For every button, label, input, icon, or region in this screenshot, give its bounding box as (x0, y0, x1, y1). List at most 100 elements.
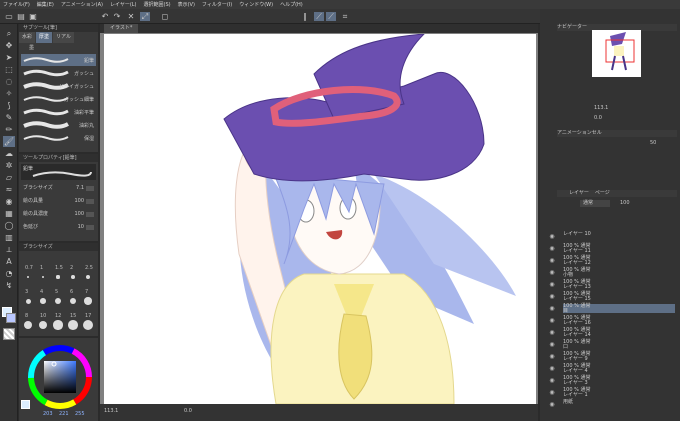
tab-watercolor[interactable]: 水彩 (19, 32, 36, 43)
tab-page[interactable]: ページ (595, 190, 610, 197)
tab-thick-paint[interactable]: 厚塗 (36, 32, 53, 43)
brush-size-dot[interactable] (38, 320, 48, 330)
layer-visibility-icon[interactable]: ◉ (548, 268, 556, 277)
eyedropper-tool-icon[interactable]: ⟆ (3, 100, 15, 111)
frame-tool-icon[interactable]: ▥ (3, 232, 15, 243)
text-tool-icon[interactable]: A (3, 256, 15, 267)
selection-tool-icon[interactable]: ⬚ (3, 64, 15, 75)
layer-row[interactable]: 100 % 通常 レイヤー 16 (563, 316, 675, 325)
brush-item[interactable]: ドライガッシュ (21, 80, 96, 92)
brush-size-dot[interactable] (27, 276, 29, 278)
transform-icon[interactable]: ⤢ (140, 12, 150, 21)
brush-size-dot[interactable] (40, 298, 46, 304)
layer-visibility-icon[interactable]: ◉ (548, 232, 556, 241)
correct-line-tool-icon[interactable]: ↯ (3, 280, 15, 291)
navigator-thumbnail[interactable] (592, 30, 641, 77)
menu-item[interactable]: 選択範囲(S) (144, 1, 171, 8)
layer-row[interactable]: 100 % 通常 レイヤー 9 (563, 352, 675, 361)
document-tab[interactable]: イラスト* (104, 24, 139, 33)
decoration-tool-icon[interactable]: ✲ (3, 160, 15, 171)
airbrush-tool-icon[interactable]: ☁ (3, 148, 15, 159)
layer-row[interactable]: 100 % 通常口 (563, 340, 675, 349)
brush-size-dot[interactable] (68, 320, 78, 330)
layer-row[interactable]: 100 % 通常 レイヤー 14 (563, 328, 675, 337)
brush-size-dot[interactable] (82, 319, 94, 331)
property-slider[interactable] (86, 199, 94, 204)
menu-item[interactable]: フィルター(I) (202, 1, 232, 8)
menu-item[interactable]: ウィンドウ(W) (239, 1, 273, 8)
layer-visibility-icon[interactable]: ◉ (548, 328, 556, 337)
layer-visibility-icon[interactable]: ◉ (548, 388, 556, 397)
pencil-tool-icon[interactable]: ✏ (3, 124, 15, 135)
sub-color-swatch[interactable] (6, 313, 16, 323)
menu-item[interactable]: ヘルプ(H) (280, 1, 303, 8)
property-slider[interactable] (86, 186, 94, 191)
brush-size-dot[interactable] (24, 321, 32, 329)
tab-real[interactable]: リアル (53, 32, 74, 43)
layer-row[interactable]: 100 % 通常 レイヤー 12 (563, 256, 675, 265)
layer-row[interactable]: 100 % 通常 レイヤー 11 (563, 244, 675, 253)
menu-item[interactable]: ファイル(F) (3, 1, 30, 8)
gradient-tool-icon[interactable]: ▦ (3, 208, 15, 219)
brush-size-dot[interactable] (85, 274, 91, 280)
redo-icon[interactable]: ↷ (112, 12, 122, 21)
layer-row[interactable]: 用紙 (563, 400, 675, 409)
property-slider[interactable] (86, 225, 94, 230)
move-tool-icon[interactable]: ✥ (3, 40, 15, 51)
operation-tool-icon[interactable]: ➤ (3, 52, 15, 63)
brush-size-dot[interactable] (25, 298, 31, 304)
layer-visibility-icon[interactable]: ◉ (548, 280, 556, 289)
ruler-tool-icon[interactable]: ⟂ (3, 244, 15, 255)
property-row[interactable]: 色延び 10 (23, 223, 96, 232)
layer-visibility-icon[interactable]: ◉ (548, 316, 556, 325)
property-row[interactable]: ブラシサイズ 7.1 (23, 184, 96, 193)
color-wheel[interactable] (27, 344, 93, 410)
brush-item[interactable]: 油彩丸 (21, 119, 96, 131)
brush-size-dot[interactable] (84, 297, 92, 305)
layer-visibility-icon[interactable]: ◉ (548, 376, 556, 385)
brush-tool-icon[interactable]: 🖌 (3, 136, 15, 147)
brush-item[interactable]: 鉛筆 (21, 54, 96, 66)
layer-row[interactable]: 100 % 通常 レイヤー 3 (563, 376, 675, 385)
auto-select-tool-icon[interactable]: ✧ (3, 88, 15, 99)
fill-tool-icon[interactable]: ◉ (3, 196, 15, 207)
layer-visibility-icon[interactable]: ◉ (548, 340, 556, 349)
menu-item[interactable]: 表示(V) (178, 1, 195, 8)
lasso-tool-icon[interactable]: ◌ (3, 76, 15, 87)
menu-item[interactable]: レイヤー(L) (110, 1, 137, 8)
layer-row[interactable]: 100 % 通常 レイヤー 13 (563, 280, 675, 289)
snap-grid-icon[interactable]: ⌗ (340, 12, 350, 21)
eraser-tool-icon[interactable]: ▱ (3, 172, 15, 183)
brush-item[interactable]: 油彩平筆 (21, 106, 96, 118)
snap-icon[interactable]: ∥ (300, 12, 310, 21)
tab-layer[interactable]: レイヤー (569, 190, 589, 197)
save-icon[interactable]: ▣ (28, 12, 38, 21)
brush-item[interactable]: ガッシュ細筆 (21, 93, 96, 105)
property-value[interactable]: 7.1 (76, 184, 84, 193)
clear-icon[interactable]: ✕ (126, 12, 136, 21)
property-row[interactable]: 絵の具量 100 (23, 197, 96, 206)
layer-row[interactable]: 100 % 通常 小物 (563, 268, 675, 277)
color-main-swatch[interactable] (21, 400, 30, 409)
transparent-color-swatch[interactable] (3, 328, 15, 340)
property-value[interactable]: 100 (74, 210, 84, 219)
layer-row[interactable]: レイヤー 10 (563, 232, 675, 241)
property-row[interactable]: 絵の具濃度 100 (23, 210, 96, 219)
snap-special-ruler-icon[interactable]: ⟋ (326, 12, 336, 21)
menu-item[interactable]: アニメーション(A) (61, 1, 103, 8)
layer-row[interactable]: 100 % 通常 レイヤー 15 (563, 292, 675, 301)
layer-visibility-icon[interactable]: ◉ (548, 292, 556, 301)
layer-row[interactable]: 100 % 通常 レイヤー 1 (563, 388, 675, 397)
layer-visibility-icon[interactable]: ◉ (548, 244, 556, 253)
pen-tool-icon[interactable]: ✎ (3, 112, 15, 123)
deselect-icon[interactable]: ◻ (160, 12, 170, 21)
subtool-group[interactable]: 墨 (21, 44, 96, 53)
layer-visibility-icon[interactable]: ◉ (548, 256, 556, 265)
open-file-icon[interactable]: ▤ (16, 12, 26, 21)
figure-tool-icon[interactable]: ◯ (3, 220, 15, 231)
menu-item[interactable]: 編集(E) (37, 1, 54, 8)
snap-ruler-icon[interactable]: ⟋ (314, 12, 324, 21)
layer-visibility-icon[interactable]: ◉ (548, 364, 556, 373)
brush-size-dot[interactable] (54, 297, 62, 305)
balloon-tool-icon[interactable]: ◔ (3, 268, 15, 279)
